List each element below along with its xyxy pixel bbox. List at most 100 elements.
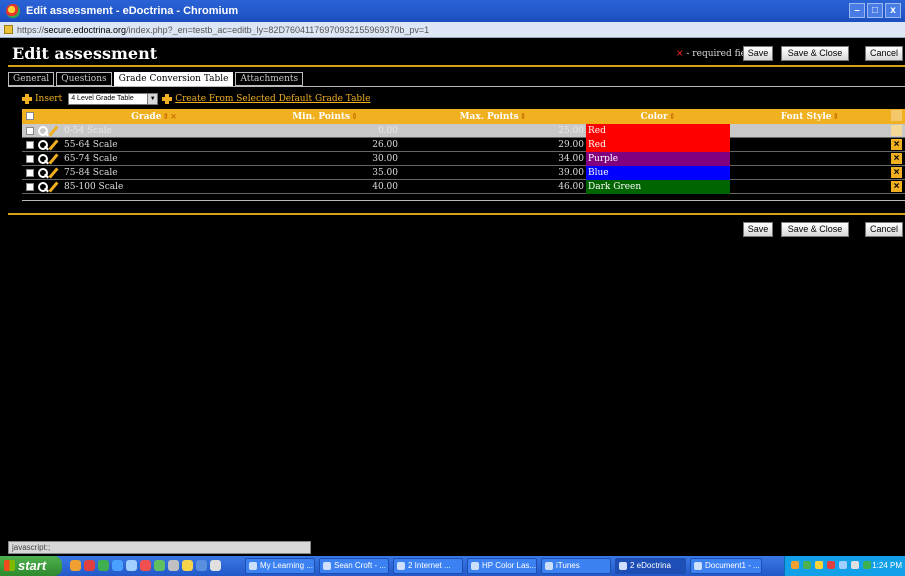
column-header-max-points[interactable]: Max. Points⇕ bbox=[400, 109, 586, 124]
select-all-checkbox[interactable] bbox=[26, 112, 34, 120]
save-and-close-button-bottom[interactable]: Save & Close bbox=[781, 222, 849, 237]
taskbar-button[interactable]: 2 Internet ... bbox=[393, 558, 463, 574]
edit-pencil-icon[interactable] bbox=[48, 181, 59, 193]
clock: 1:24 PM bbox=[872, 561, 902, 570]
taskbar-button[interactable]: My Learning ... bbox=[245, 558, 315, 574]
save-button[interactable]: Save bbox=[743, 46, 773, 61]
table-row[interactable]: 65-74 Scale 30.00 34.00 Purple × bbox=[22, 152, 905, 166]
max-points-cell: 46.00 bbox=[558, 182, 584, 192]
view-magnifier-icon[interactable] bbox=[38, 168, 48, 178]
table-row[interactable]: 55-64 Scale 26.00 29.00 Red × bbox=[22, 138, 905, 152]
sort-icon[interactable]: ⇕ bbox=[833, 111, 840, 121]
font-style-cell bbox=[730, 152, 890, 166]
delete-row-icon[interactable]: × bbox=[891, 153, 902, 164]
windows-taskbar: start My Learning ... Sean Croft - ... 2 I… bbox=[0, 556, 905, 576]
sort-icon[interactable]: ⇕ bbox=[669, 111, 676, 121]
window-title-bar: Edit assessment - eDoctrina - Chromium –… bbox=[0, 0, 905, 22]
quicklaunch-icon[interactable] bbox=[196, 560, 207, 571]
address-bar[interactable]: https://secure.edoctrina.org/index.php?_… bbox=[0, 22, 905, 38]
sort-icon[interactable]: ⇕ bbox=[520, 111, 527, 121]
tray-icon[interactable] bbox=[851, 561, 859, 569]
tab-grade-conversion-table[interactable]: Grade Conversion Table bbox=[113, 72, 234, 86]
tray-icon[interactable] bbox=[827, 561, 835, 569]
sort-icon[interactable]: ⇕ bbox=[162, 111, 169, 121]
tab-divider bbox=[8, 86, 905, 87]
save-and-close-button[interactable]: Save & Close bbox=[781, 46, 849, 61]
maximize-button[interactable]: □ bbox=[867, 3, 883, 18]
insert-plus-icon bbox=[22, 94, 32, 104]
grade-cell: 0-54 Scale bbox=[64, 126, 112, 136]
table-row[interactable]: 0-54 Scale 0.00 25.00 Red × bbox=[22, 124, 905, 138]
quicklaunch-icon[interactable] bbox=[140, 560, 151, 571]
row-checkbox[interactable] bbox=[26, 141, 34, 149]
cancel-button[interactable]: Cancel bbox=[865, 46, 903, 61]
edit-pencil-icon[interactable] bbox=[48, 125, 59, 137]
tray-icon[interactable] bbox=[791, 561, 799, 569]
view-magnifier-icon[interactable] bbox=[38, 182, 48, 192]
cancel-button-bottom[interactable]: Cancel bbox=[865, 222, 903, 237]
taskbar-button[interactable]: HP Color Las... bbox=[467, 558, 537, 574]
column-header-color[interactable]: Color⇕ bbox=[586, 109, 730, 124]
column-header-grade[interactable]: Grade⇕× bbox=[58, 109, 250, 124]
grade-table-toolbar: Insert 4 Level Grade Table ▼ Create From … bbox=[22, 92, 370, 106]
column-header-min-points[interactable]: Min. Points⇕ bbox=[250, 109, 400, 124]
edit-pencil-icon[interactable] bbox=[48, 167, 59, 179]
view-magnifier-icon[interactable] bbox=[38, 140, 48, 150]
tab-questions[interactable]: Questions bbox=[56, 72, 112, 86]
filter-x-icon[interactable]: × bbox=[170, 111, 177, 121]
max-points-cell: 34.00 bbox=[558, 154, 584, 164]
close-window-button[interactable]: x bbox=[885, 3, 901, 18]
row-checkbox[interactable] bbox=[26, 169, 34, 177]
quicklaunch-icon[interactable] bbox=[84, 560, 95, 571]
page-title: Edit assessment bbox=[12, 44, 158, 63]
font-style-cell bbox=[730, 124, 890, 138]
taskbar-button[interactable]: Sean Croft - ... bbox=[319, 558, 389, 574]
quicklaunch-icon[interactable] bbox=[126, 560, 137, 571]
tray-icon[interactable] bbox=[815, 561, 823, 569]
start-button[interactable]: start bbox=[0, 556, 62, 576]
tray-icon[interactable] bbox=[839, 561, 847, 569]
delete-row-icon[interactable]: × bbox=[891, 181, 902, 192]
taskbar-button[interactable]: 2 eDoctrina bbox=[615, 558, 686, 574]
minimize-button[interactable]: – bbox=[849, 3, 865, 18]
tray-icon[interactable] bbox=[863, 561, 871, 569]
min-points-cell: 40.00 bbox=[372, 182, 398, 192]
url-text[interactable]: https://secure.edoctrina.org/index.php?_… bbox=[17, 25, 429, 35]
edit-pencil-icon[interactable] bbox=[48, 139, 59, 151]
save-button-bottom[interactable]: Save bbox=[743, 222, 773, 237]
row-checkbox[interactable] bbox=[26, 127, 34, 135]
tray-icon[interactable] bbox=[803, 561, 811, 569]
quicklaunch-icon[interactable] bbox=[182, 560, 193, 571]
delete-row-icon[interactable]: × bbox=[891, 139, 902, 150]
grade-template-select[interactable]: 4 Level Grade Table ▼ bbox=[68, 93, 159, 105]
taskbar-button[interactable]: iTunes bbox=[541, 558, 611, 574]
quicklaunch-icon[interactable] bbox=[168, 560, 179, 571]
delete-row-icon[interactable]: × bbox=[891, 125, 902, 136]
color-cell: Purple bbox=[586, 152, 730, 166]
quicklaunch-icon[interactable] bbox=[112, 560, 123, 571]
chevron-down-icon: ▼ bbox=[147, 94, 158, 104]
insert-link[interactable]: Insert bbox=[35, 94, 62, 104]
quicklaunch-icon[interactable] bbox=[210, 560, 221, 571]
table-bottom-rule bbox=[22, 200, 905, 201]
sort-icon[interactable]: ⇕ bbox=[351, 111, 358, 121]
table-row[interactable]: 85-100 Scale 40.00 46.00 Dark Green × bbox=[22, 180, 905, 194]
create-from-default-link[interactable]: Create From Selected Default Grade Table bbox=[175, 94, 370, 104]
quicklaunch-icon[interactable] bbox=[70, 560, 81, 571]
color-cell: Red bbox=[586, 124, 730, 138]
column-header-font-style[interactable]: Font Style⇕ bbox=[730, 109, 890, 124]
tab-attachments[interactable]: Attachments bbox=[235, 72, 304, 86]
tab-general[interactable]: General bbox=[8, 72, 55, 86]
view-magnifier-icon[interactable] bbox=[38, 154, 48, 164]
edit-pencil-icon[interactable] bbox=[48, 153, 59, 165]
table-row[interactable]: 75-84 Scale 35.00 39.00 Blue × bbox=[22, 166, 905, 180]
row-checkbox[interactable] bbox=[26, 183, 34, 191]
quicklaunch-icon[interactable] bbox=[154, 560, 165, 571]
delete-row-icon[interactable]: × bbox=[891, 167, 902, 178]
taskbar-button[interactable]: Document1 - ... bbox=[690, 558, 762, 574]
view-magnifier-icon[interactable] bbox=[38, 126, 48, 136]
create-plus-icon bbox=[162, 94, 173, 104]
quicklaunch-icon[interactable] bbox=[98, 560, 109, 571]
row-checkbox[interactable] bbox=[26, 155, 34, 163]
font-style-cell bbox=[730, 180, 890, 194]
